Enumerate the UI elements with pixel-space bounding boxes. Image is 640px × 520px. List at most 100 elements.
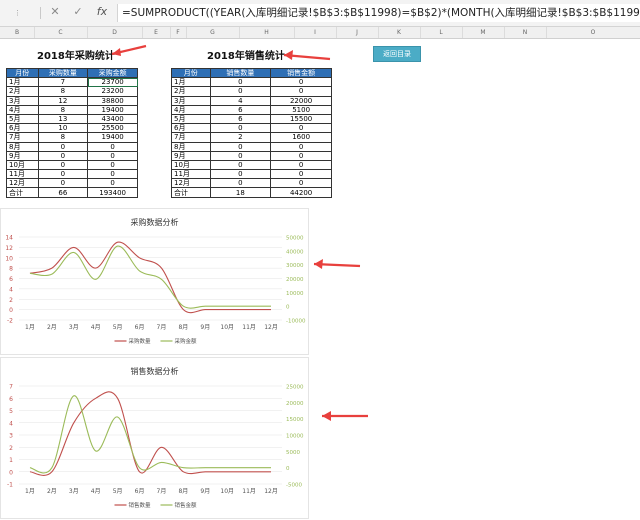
table-cell[interactable]: 25500 (87, 123, 138, 134)
table-cell[interactable]: 8月 (171, 141, 211, 152)
column-header-i[interactable]: I (294, 27, 337, 38)
table-cell[interactable]: 8 (37, 104, 89, 115)
sales-chart[interactable]: 销售数据分析 -1 0 1 2 3 4 5 6 7 -5000 0 5000 10000 15000 200… (0, 357, 309, 519)
table-cell[interactable]: 0 (209, 141, 272, 152)
column-header-g[interactable]: G (186, 27, 240, 38)
table-cell[interactable]: 43400 (87, 113, 138, 125)
column-header-m[interactable]: M (462, 27, 505, 38)
column-header-l[interactable]: L (420, 27, 463, 38)
series-line-采购数量[interactable] (29, 241, 271, 314)
column-header-o[interactable]: O (546, 27, 640, 38)
table-cell[interactable]: 0 (209, 77, 272, 88)
table-header[interactable]: 销售数量 (209, 67, 272, 79)
table-cell[interactable]: 12月 (171, 178, 211, 189)
series-line-销售数量[interactable] (29, 391, 271, 476)
table-cell[interactable]: 1600 (270, 132, 332, 143)
table-cell[interactable]: 23700 (87, 77, 138, 88)
table-cell[interactable]: 5100 (270, 104, 332, 115)
table-cell[interactable]: 12 (37, 95, 89, 106)
fx-icon[interactable]: fx (95, 5, 109, 21)
table-cell[interactable]: 18 (209, 187, 272, 198)
table-cell[interactable]: 0 (209, 86, 272, 97)
table-cell[interactable]: 6 (209, 113, 272, 125)
table-cell[interactable]: 6 (209, 104, 272, 115)
table-cell[interactable]: 44200 (270, 187, 332, 198)
table-cell[interactable]: 7 (37, 77, 89, 88)
table-cell[interactable]: 0 (87, 169, 138, 180)
table-cell[interactable]: 0 (87, 178, 138, 189)
table-cell[interactable]: 10月 (171, 159, 211, 171)
table-cell[interactable]: 0 (270, 178, 332, 189)
table-cell[interactable]: 5月 (6, 113, 39, 125)
table-cell[interactable]: 13 (37, 113, 89, 125)
table-cell[interactable]: 0 (37, 178, 89, 189)
table-cell[interactable]: 6月 (6, 123, 39, 134)
column-header-b[interactable]: B (0, 27, 35, 38)
column-header-k[interactable]: K (378, 27, 421, 38)
table-cell[interactable]: 7月 (6, 132, 39, 143)
back-to-index-button[interactable]: 返回目录 (373, 46, 421, 62)
table-cell[interactable]: 0 (270, 77, 332, 88)
table-cell[interactable]: 11月 (171, 169, 211, 180)
table-cell[interactable]: 7月 (171, 132, 211, 143)
table-cell[interactable]: 10 (37, 123, 89, 134)
table-cell[interactable]: 1月 (6, 77, 39, 88)
table-cell[interactable]: 0 (37, 159, 89, 171)
table-cell[interactable]: 8 (37, 86, 89, 97)
table-cell[interactable]: 38800 (87, 95, 138, 106)
table-cell[interactable]: 1月 (171, 77, 211, 88)
table-cell[interactable]: 0 (37, 141, 89, 152)
table-cell[interactable]: 0 (87, 150, 138, 161)
column-header-e[interactable]: E (142, 27, 171, 38)
series-line-销售金额[interactable] (29, 395, 271, 474)
table-cell[interactable]: 0 (209, 123, 272, 134)
table-cell[interactable]: 9月 (6, 150, 39, 161)
cancel-icon[interactable]: ✕ (50, 5, 60, 21)
table-cell[interactable]: 0 (270, 123, 332, 134)
table-cell[interactable]: 0 (270, 159, 332, 171)
table-cell[interactable]: 10月 (6, 159, 39, 171)
table-cell[interactable]: 8月 (6, 141, 39, 152)
column-header-d[interactable]: D (87, 27, 143, 38)
table-header[interactable]: 销售金额 (270, 67, 332, 79)
table-cell[interactable]: 4月 (171, 104, 211, 115)
table-cell[interactable]: 2 (209, 132, 272, 143)
column-header-f[interactable]: F (170, 27, 187, 38)
column-header-c[interactable]: C (34, 27, 88, 38)
table-cell[interactable]: 19400 (87, 132, 138, 143)
table-cell[interactable]: 9月 (171, 150, 211, 161)
table-cell[interactable]: 193400 (87, 187, 138, 198)
table-cell[interactable]: 4月 (6, 104, 39, 115)
table-cell[interactable]: 4 (209, 95, 272, 106)
column-header-n[interactable]: N (504, 27, 547, 38)
table-cell[interactable]: 0 (270, 141, 332, 152)
table-cell[interactable]: 11月 (6, 169, 39, 180)
table-cell[interactable]: 3月 (6, 95, 39, 106)
table-cell[interactable]: 0 (87, 159, 138, 171)
table-cell[interactable]: 0 (209, 150, 272, 161)
table-cell[interactable]: 5月 (171, 113, 211, 125)
table-cell[interactable]: 0 (37, 150, 89, 161)
table-cell[interactable]: 0 (87, 141, 138, 152)
table-cell[interactable]: 0 (270, 169, 332, 180)
table-header[interactable]: 月份 (171, 67, 211, 79)
table-cell[interactable]: 3月 (171, 95, 211, 106)
table-cell[interactable]: 15500 (270, 113, 332, 125)
table-cell[interactable]: 2月 (171, 86, 211, 97)
series-line-采购金额[interactable] (29, 245, 271, 309)
formula-input[interactable]: =SUMPRODUCT((YEAR(入库明细记录!$B$3:$B$11998)=… (117, 4, 640, 22)
table-cell[interactable]: 8 (37, 132, 89, 143)
table-cell[interactable]: 6月 (171, 123, 211, 134)
table-cell[interactable]: 19400 (87, 104, 138, 115)
table-cell[interactable]: 0 (270, 86, 332, 97)
table-header[interactable]: 月份 (6, 67, 39, 79)
purchase-chart[interactable]: 采购数据分析 -2 0 2 4 6 8 10 12 14 -10000 0 10000 20000 300… (0, 208, 309, 355)
table-cell[interactable]: 22000 (270, 95, 332, 106)
table-header[interactable]: 采购金额 (87, 67, 138, 79)
table-header[interactable]: 采购数量 (37, 67, 89, 79)
enter-icon[interactable]: ✓ (73, 5, 83, 21)
table-cell[interactable]: 0 (270, 150, 332, 161)
table-cell[interactable]: 12月 (6, 178, 39, 189)
table-cell[interactable]: 合计 (171, 187, 211, 198)
table-cell[interactable]: 2月 (6, 86, 39, 97)
